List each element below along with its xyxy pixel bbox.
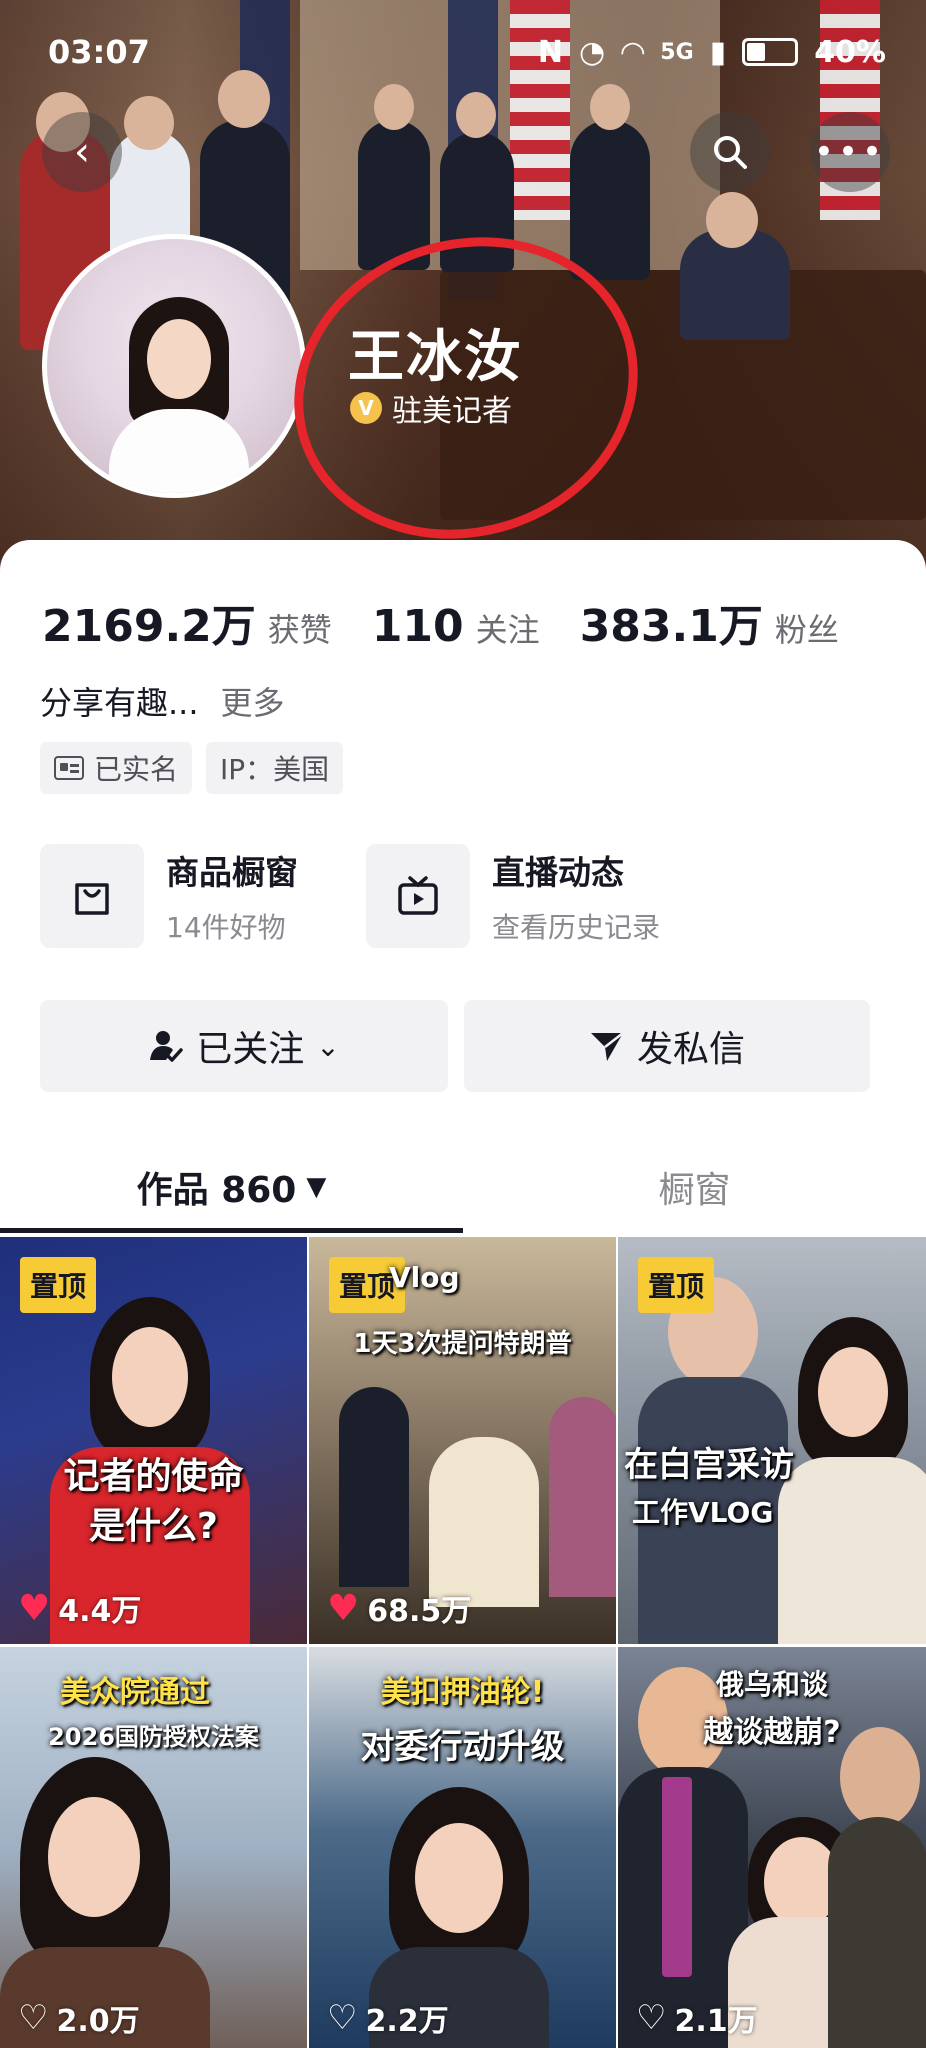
likes-count: 2.2万 [365, 2004, 449, 2039]
video-tile[interactable]: 美扣押油轮! 对委行动升级 ♡ 2.2万 [309, 1647, 616, 2048]
video-caption: 记者的使命 [63, 1456, 244, 1497]
video-caption: 美众院通过 [60, 1675, 210, 1710]
heart-outline-icon: ♡ [18, 1998, 49, 2038]
following-label: 已关注 [196, 1029, 305, 1070]
video-caption: 在白宫采访 [624, 1445, 794, 1485]
video-caption-sub: 越谈越崩? [703, 1715, 841, 1750]
video-likes: ♡ 2.0万 [18, 1996, 140, 2040]
heart-filled-icon: ♥ [18, 1587, 51, 1629]
caret-down-icon: ▼ [306, 1172, 327, 1202]
search-button[interactable] [690, 112, 770, 192]
tv-icon [398, 876, 438, 915]
heart-outline-icon: ♡ [636, 1998, 667, 2038]
video-tile[interactable]: 置顶 Vlog 1天3次提问特朗普 ♥ 68.5万 [309, 1237, 616, 1644]
service-live-history[interactable]: 直播动态 查看历史记录 [366, 844, 660, 948]
status-bar: 03:07 N ◔ ◠ 5G ▮ 40% [0, 0, 926, 104]
profile-bio: 分享有趣... 更多 [40, 678, 285, 724]
bio-text: 分享有趣... [40, 684, 199, 722]
battery-icon [742, 38, 799, 66]
battery-percent: 40% [814, 34, 886, 70]
pinned-badge: 置顶 [20, 1257, 97, 1313]
wifi-icon: ◠ [621, 34, 645, 70]
stat-following[interactable]: 110 关注 [372, 601, 540, 652]
following-button[interactable]: 已关注 ⌄ [40, 1000, 448, 1092]
search-icon [714, 136, 747, 169]
chevron-left-icon: ‹ [74, 129, 90, 175]
stat-label: 粉丝 [774, 611, 839, 649]
network-type: 5G [660, 39, 694, 65]
video-caption: Vlog [389, 1261, 460, 1294]
paper-plane-icon [590, 1032, 624, 1061]
tag-label: IP：美国 [220, 753, 330, 786]
service-subtitle: 查看历史记录 [492, 911, 661, 944]
status-time: 03:07 [48, 33, 150, 71]
send-message-label: 发私信 [636, 1029, 745, 1070]
tab-shop-window[interactable]: 橱窗 [463, 1142, 926, 1232]
pinned-badge: 置顶 [638, 1257, 715, 1313]
stat-value: 383.1万 [579, 601, 763, 652]
video-caption-sub: 2026国防授权法案 [48, 1723, 259, 1751]
video-caption-sub: 1天3次提问特朗普 [353, 1329, 572, 1359]
signal-icon: ▮ [709, 34, 727, 70]
video-likes: ♡ 2.1万 [636, 1996, 758, 2040]
likes-count: 68.5万 [367, 1594, 472, 1629]
profile-actions: 已关注 ⌄ 发私信 [40, 1000, 870, 1092]
service-shop-window[interactable]: 商品橱窗 14件好物 [40, 844, 298, 948]
video-tile[interactable]: 美众院通过 2026国防授权法案 ♡ 2.0万 [0, 1647, 307, 2048]
likes-count: 2.1万 [674, 2004, 758, 2039]
tag-label: 已实名 [94, 753, 179, 786]
tab-works[interactable]: 作品 860 ▼ [0, 1142, 463, 1232]
back-button[interactable]: ‹ [42, 112, 122, 192]
video-tile[interactable]: 置顶 在白宫采访 工作VLOG [618, 1237, 926, 1644]
stat-label: 获赞 [267, 611, 332, 649]
video-caption: 美扣押油轮! [380, 1675, 545, 1710]
shopping-bag-icon [75, 883, 109, 915]
profile-tags: 已实名 IP：美国 [40, 742, 344, 794]
stat-value: 2169.2万 [42, 601, 256, 652]
tab-label: 作品 860 [136, 1170, 297, 1211]
video-tile[interactable]: 置顶 记者的使命 是什么? ♥ 4.4万 [0, 1237, 307, 1644]
service-title: 直播动态 [492, 853, 624, 892]
video-likes: ♡ 2.2万 [327, 1996, 449, 2040]
video-caption-sub: 是什么? [89, 1506, 218, 1547]
likes-count: 2.0万 [56, 2004, 140, 2039]
video-tile[interactable]: 俄乌和谈 越谈越崩? ♡ 2.1万 [618, 1647, 926, 2048]
service-subtitle: 14件好物 [166, 911, 286, 944]
heart-filled-icon: ♥ [327, 1587, 360, 1629]
video-caption-sub: 工作VLOG [632, 1496, 774, 1529]
profile-stats: 2169.2万 获赞 110 关注 383.1万 粉丝 [42, 590, 839, 654]
tab-label: 橱窗 [658, 1170, 731, 1211]
video-grid: 置顶 记者的使命 是什么? ♥ 4.4万 置顶 Vlog 1天3次提问特朗普 ♥… [0, 1237, 926, 2048]
id-card-icon [54, 756, 84, 780]
likes-count: 4.4万 [58, 1594, 142, 1629]
tag-real-name: 已实名 [40, 742, 193, 794]
service-entries: 商品橱窗 14件好物 直播动态 查看历史记录 [40, 844, 660, 948]
video-caption: 俄乌和谈 [715, 1668, 828, 1701]
heart-outline-icon: ♡ [327, 1998, 358, 2038]
video-likes: ♥ 68.5万 [327, 1586, 471, 1630]
more-button[interactable]: ••• [810, 112, 890, 192]
stat-followers[interactable]: 383.1万 粉丝 [580, 590, 839, 654]
tag-ip-location: IP：美国 [206, 742, 344, 794]
video-likes: ♥ 4.4万 [18, 1586, 141, 1630]
bio-more-link[interactable]: 更多 [221, 678, 285, 724]
service-title: 商品橱窗 [166, 853, 298, 892]
content-tabs: 作品 860 ▼ 橱窗 [0, 1142, 926, 1232]
more-dots-icon: ••• [813, 132, 887, 172]
user-check-icon [150, 1031, 183, 1062]
chevron-down-icon: ⌄ [316, 1029, 340, 1063]
nfc-icon: N [537, 34, 564, 70]
video-caption-sub: 对委行动升级 [360, 1727, 565, 1767]
active-tab-indicator [0, 1228, 463, 1233]
alarm-icon: ◔ [579, 34, 606, 70]
stat-likes[interactable]: 2169.2万 获赞 [42, 590, 332, 654]
stat-value: 110 [371, 601, 464, 652]
avatar[interactable] [42, 234, 306, 498]
send-message-button[interactable]: 发私信 [464, 1000, 870, 1092]
stat-label: 关注 [475, 611, 540, 649]
